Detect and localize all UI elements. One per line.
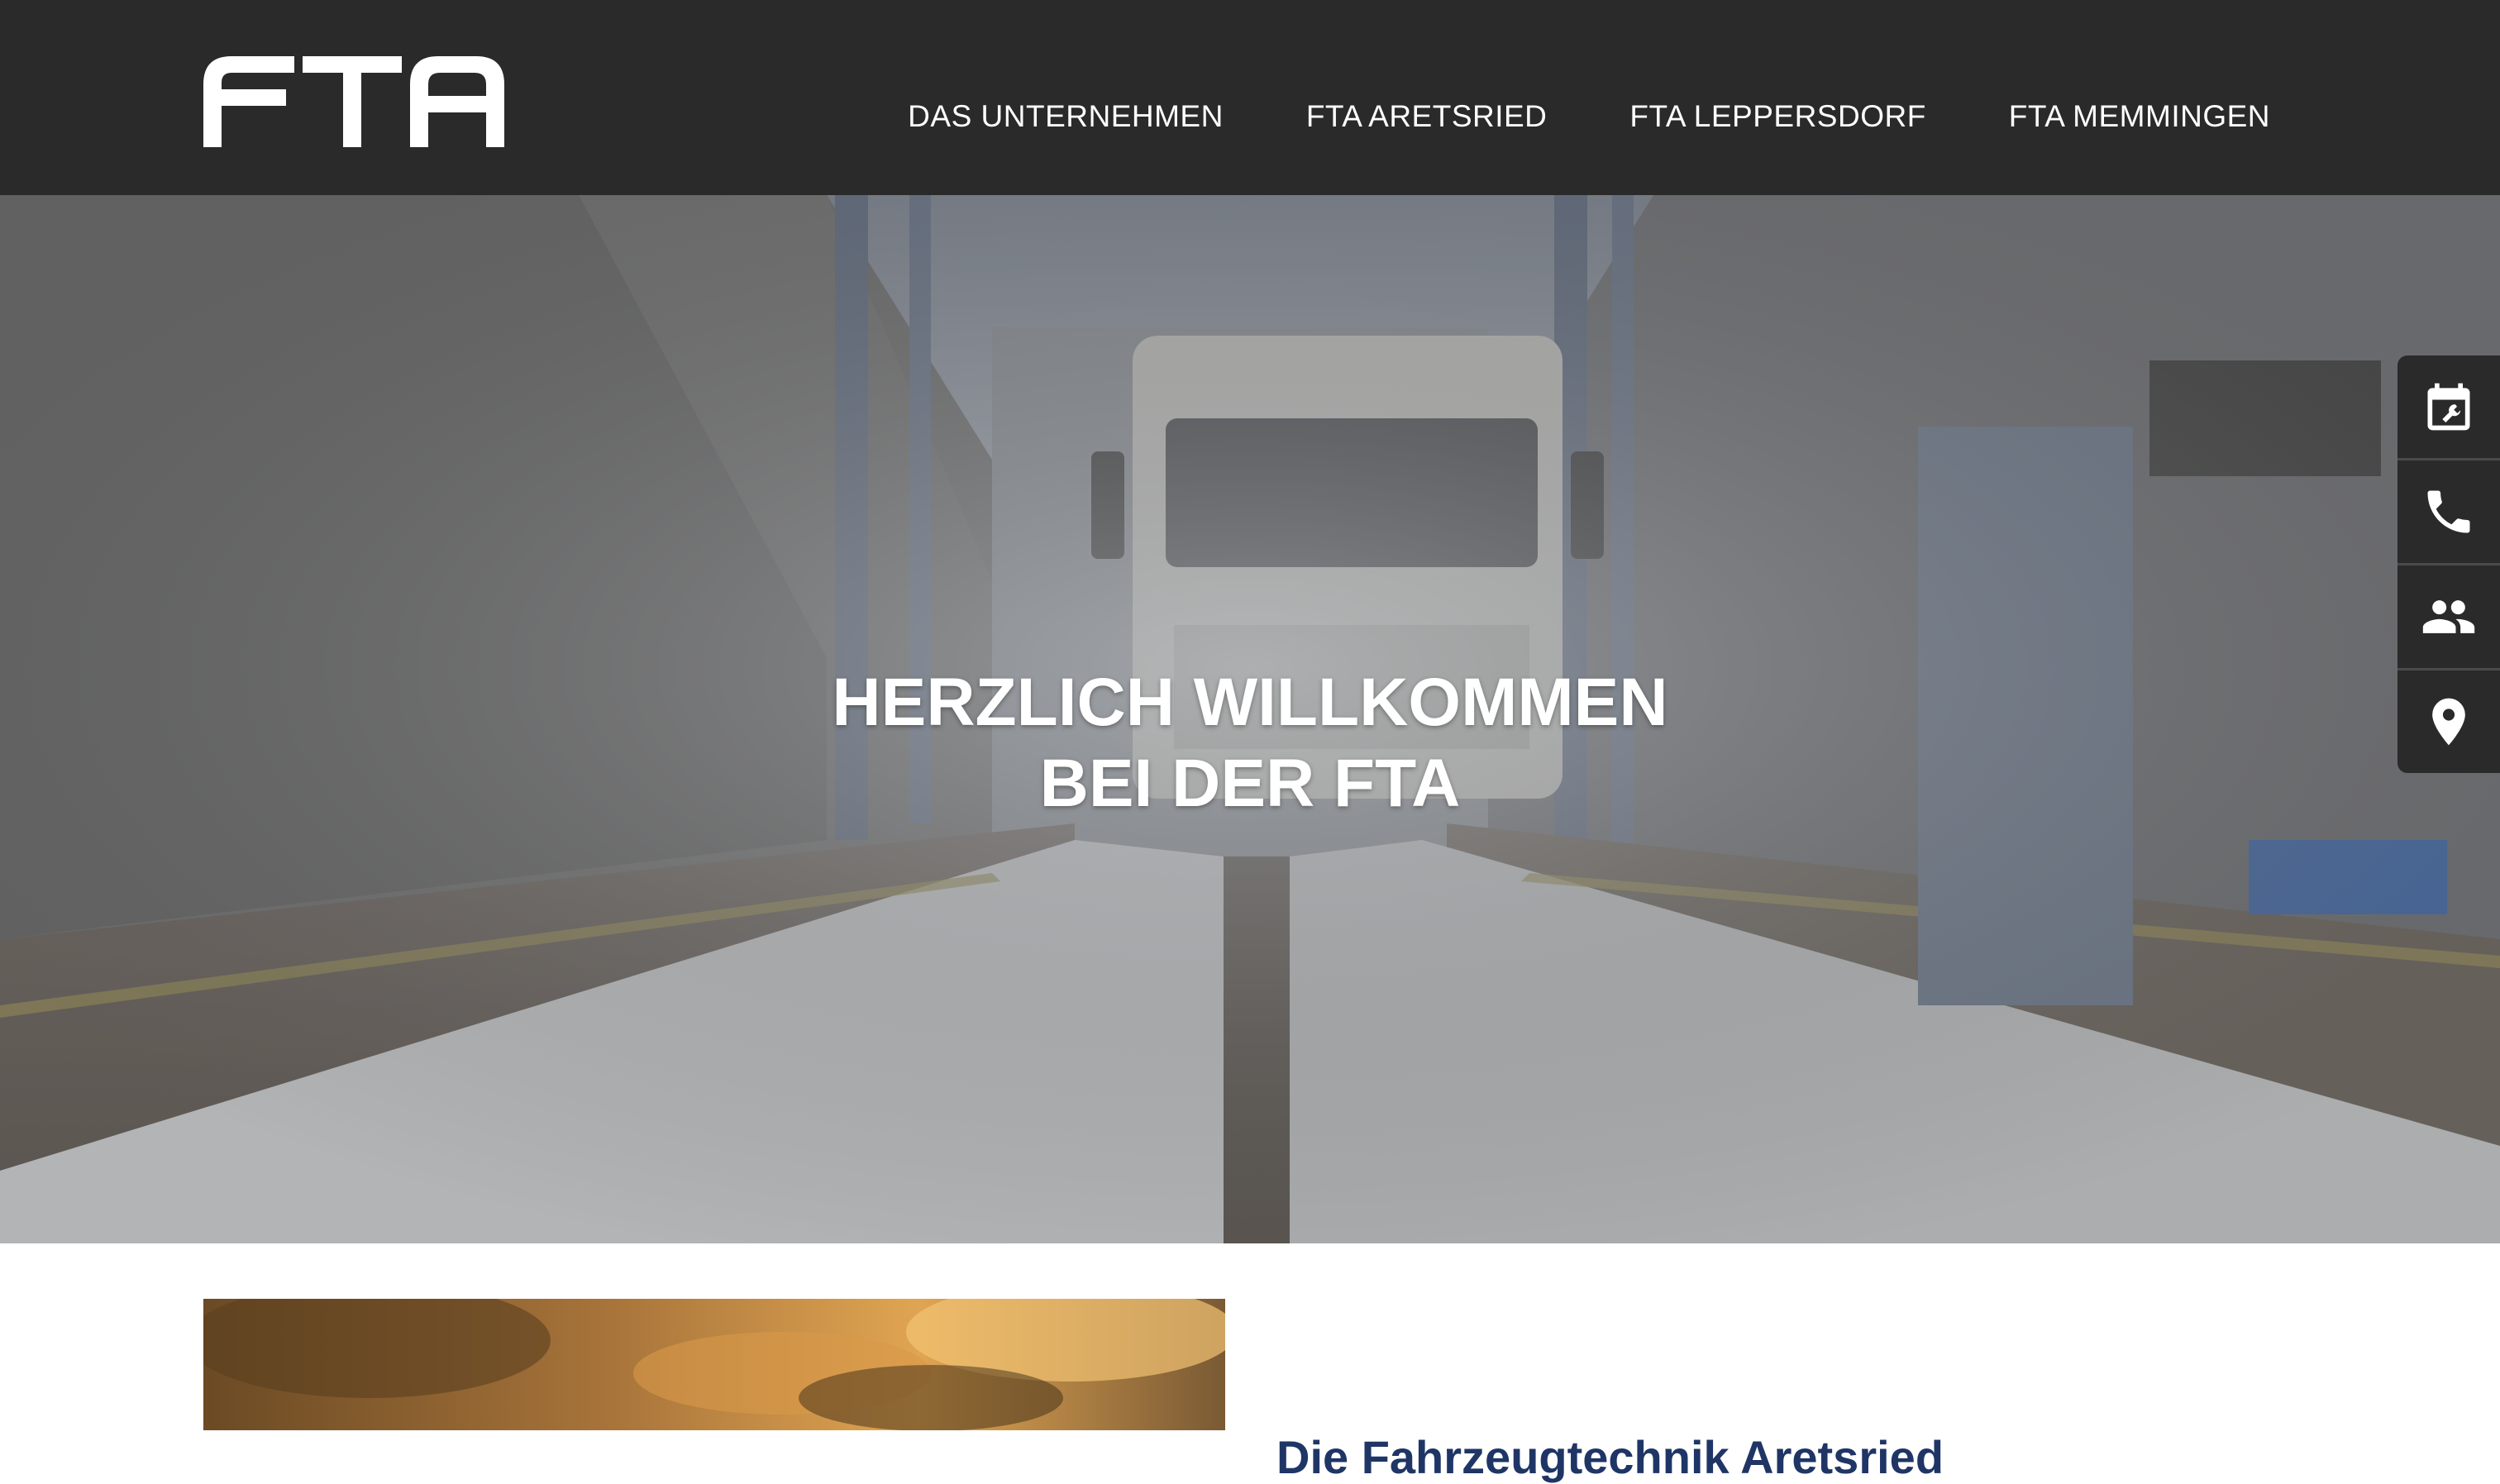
calendar-wrench-icon: [2427, 383, 2470, 431]
nav-item-unternehmen[interactable]: DAS UNTERNEHMEN: [908, 99, 1224, 134]
hero-banner: HERZLICH WILLKOMMEN BEI DER FTA: [0, 195, 2500, 1243]
phone-icon: [2427, 490, 2470, 533]
location-button[interactable]: [2397, 670, 2500, 773]
nav-item-aretsried[interactable]: FTA ARETSRIED: [1306, 99, 1548, 134]
people-icon: [2422, 600, 2475, 633]
location-pin-icon: [2432, 698, 2465, 746]
site-header: DAS UNTERNEHMEN FTA ARETSRIED FTA LEPPER…: [0, 0, 2500, 195]
content-heading: Die Fahrzeugtechnik Aretsried: [1276, 1431, 1944, 1484]
fta-logo[interactable]: [203, 56, 504, 147]
nav-item-leppersdorf[interactable]: FTA LEPPERSDORF: [1629, 99, 1925, 134]
phone-button[interactable]: [2397, 460, 2500, 565]
content-image-sky: [203, 1299, 1225, 1430]
hero-title: HERZLICH WILLKOMMEN BEI DER FTA: [0, 662, 2500, 824]
hero-title-line2: BEI DER FTA: [1039, 745, 1461, 821]
main-nav: DAS UNTERNEHMEN FTA ARETSRIED FTA LEPPER…: [908, 99, 2270, 134]
side-quick-actions: [2397, 355, 2500, 773]
team-button[interactable]: [2397, 565, 2500, 670]
nav-item-memmingen[interactable]: FTA MEMMINGEN: [2009, 99, 2270, 134]
appointment-button[interactable]: [2397, 355, 2500, 460]
hero-title-line1: HERZLICH WILLKOMMEN: [832, 664, 1668, 740]
